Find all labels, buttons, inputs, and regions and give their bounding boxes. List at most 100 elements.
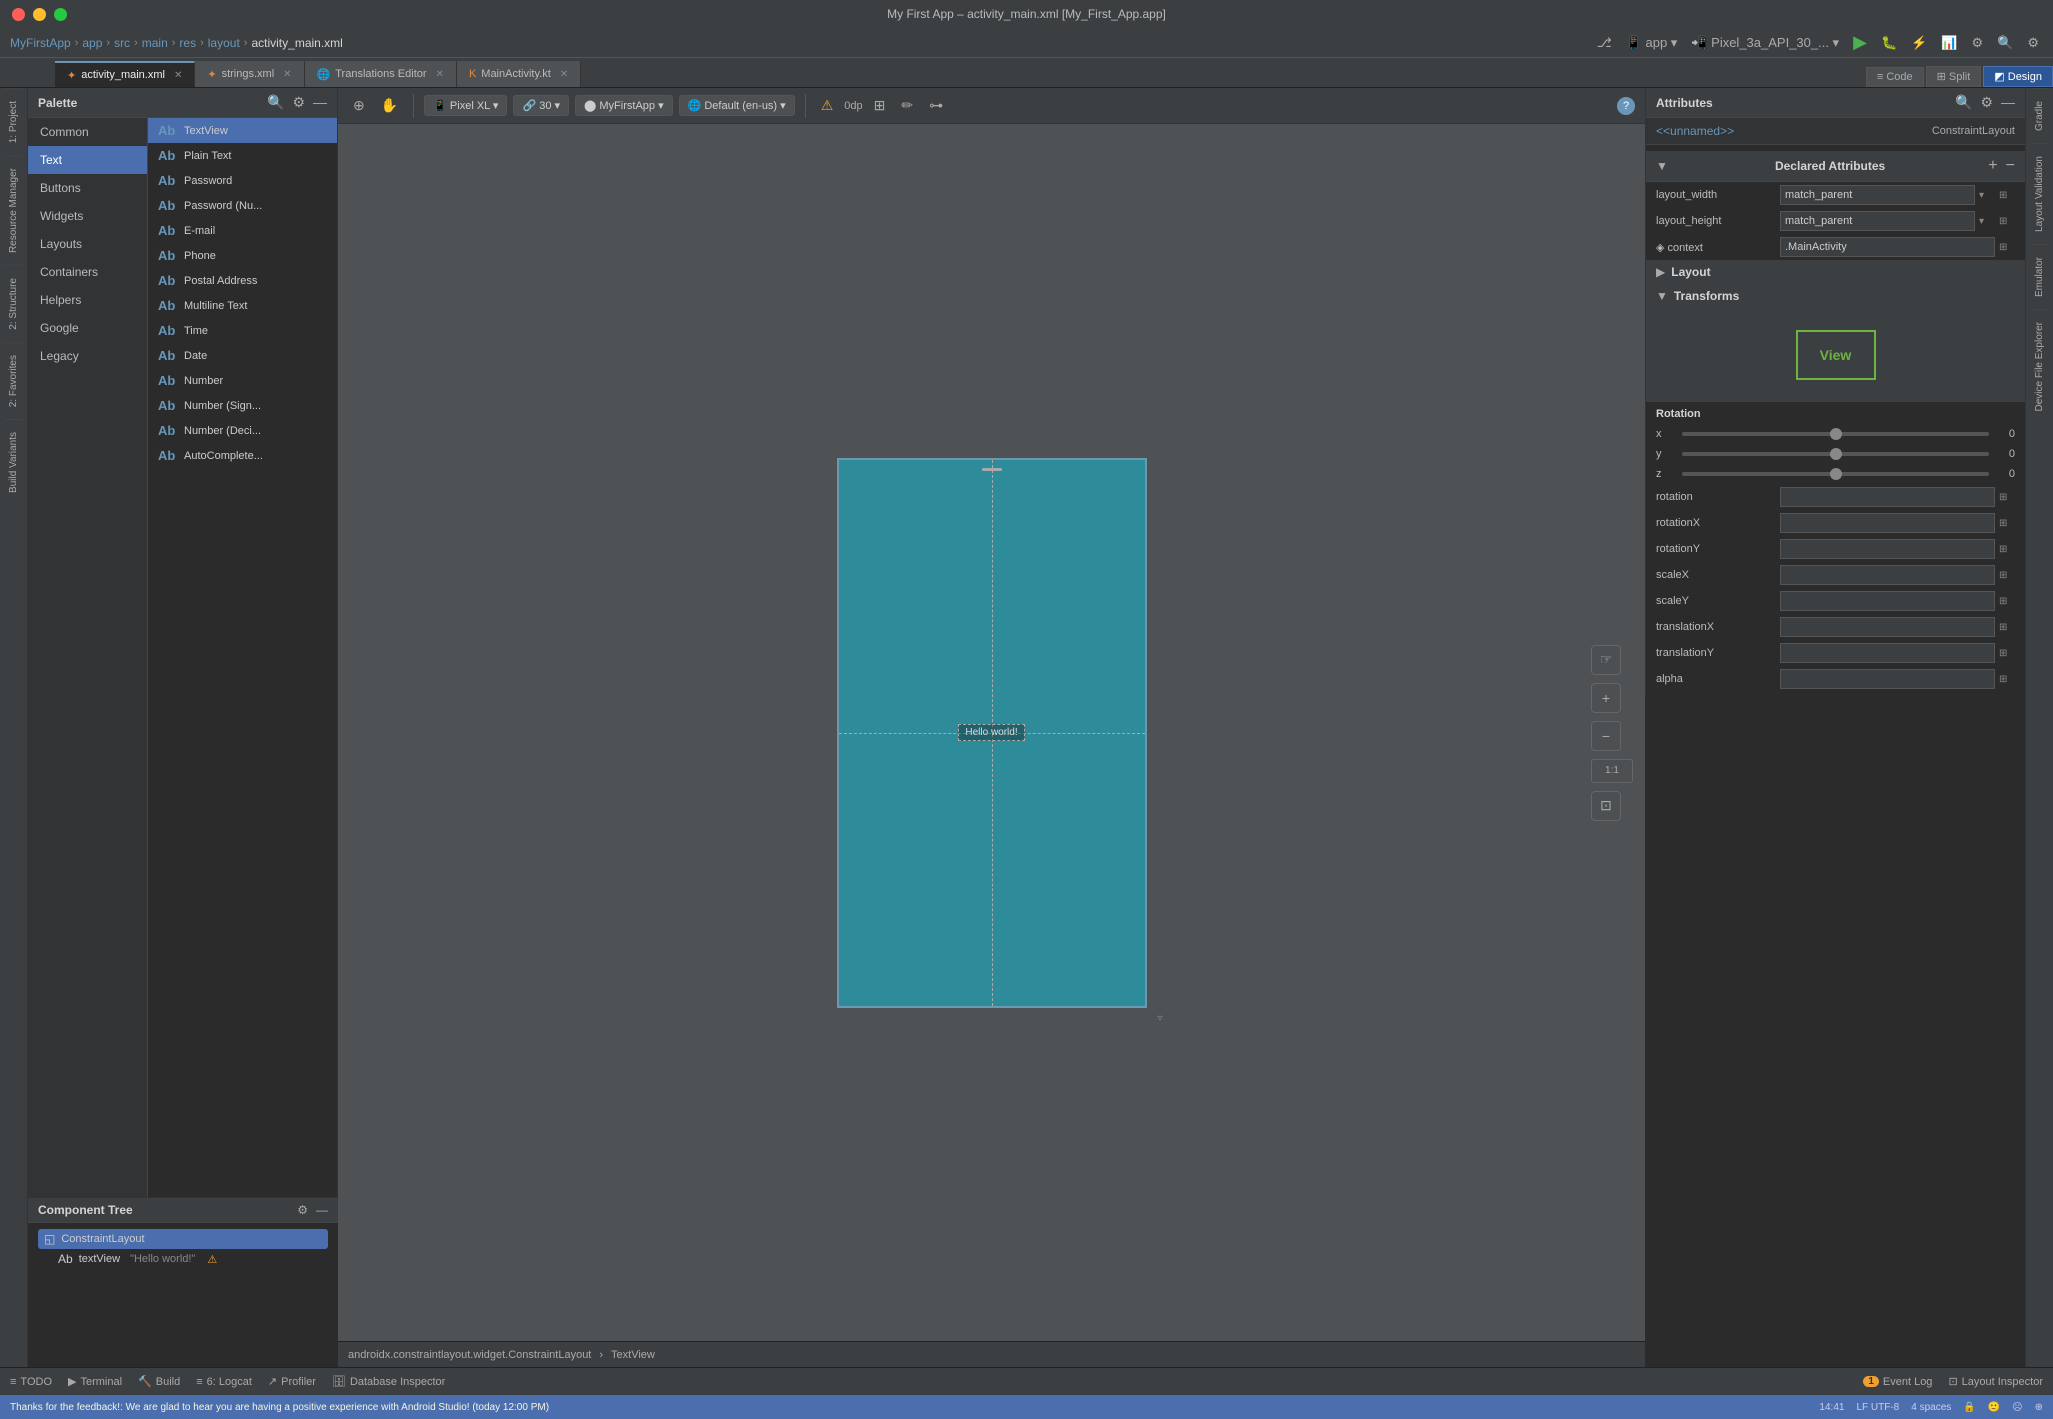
vtab-device-file-explorer[interactable]: Device File Explorer <box>2030 309 2049 423</box>
attr-expand-scaleX[interactable]: ⊞ <box>1999 570 2015 581</box>
rotation-z-track[interactable] <box>1682 472 1989 476</box>
tab-strings-close[interactable]: ✕ <box>283 69 291 80</box>
tab-activity-main[interactable]: ✦ activity_main.xml ✕ <box>55 61 195 87</box>
bottom-layout-inspector[interactable]: ⊡ Layout Inspector <box>1948 1375 2043 1388</box>
attr-input-layout-width[interactable] <box>1780 185 1975 205</box>
settings-btn[interactable]: ⚙ <box>2023 33 2043 53</box>
view-mode-design[interactable]: ◩ Design <box>1983 66 2053 87</box>
vtab-gradle[interactable]: Gradle <box>2030 88 2049 143</box>
breadcrumb-res[interactable]: res <box>179 36 196 50</box>
rotation-y-thumb[interactable] <box>1830 448 1842 460</box>
zoom-ratio-btn[interactable]: 1:1 <box>1591 759 1633 783</box>
device-btn[interactable]: 📱 Pixel XL ▾ <box>424 95 507 116</box>
vtab-emulator[interactable]: Emulator <box>2030 244 2049 309</box>
palette-cat-google[interactable]: Google <box>28 314 147 342</box>
palette-item-textview[interactable]: Ab TextView <box>148 118 337 143</box>
attr-add-icon[interactable]: + <box>1988 157 1997 175</box>
run-button[interactable]: ▶ <box>1849 30 1871 55</box>
palette-item-password[interactable]: Ab Password <box>148 168 337 193</box>
palette-item-multiline[interactable]: Ab Multiline Text <box>148 293 337 318</box>
breadcrumb-src[interactable]: src <box>114 36 130 50</box>
attr-remove-icon[interactable]: − <box>2006 157 2015 175</box>
attr-input-scaleX[interactable] <box>1780 565 1995 585</box>
rotation-z-thumb[interactable] <box>1830 468 1842 480</box>
tab-translations-close[interactable]: ✕ <box>436 69 444 80</box>
bottom-terminal[interactable]: ▶ Terminal <box>68 1375 122 1388</box>
breadcrumb-myfirstapp[interactable]: MyFirstApp <box>10 36 71 50</box>
palette-item-number[interactable]: Ab Number <box>148 368 337 393</box>
palette-cat-widgets[interactable]: Widgets <box>28 202 147 230</box>
align-tool[interactable]: ⊶ <box>924 94 948 117</box>
device-selector-btn[interactable]: 📲 Pixel_3a_API_30_... ▾ <box>1687 33 1843 53</box>
attr-expand-rotation[interactable]: ⊞ <box>1999 492 2015 503</box>
attr-settings-icon[interactable]: ⚙ <box>1980 94 1993 111</box>
rotation-x-track[interactable] <box>1682 432 1989 436</box>
attr-expand-context[interactable]: ⊞ <box>1999 242 2015 253</box>
tree-item-textview[interactable]: Ab textView "Hello world!" ⚠ <box>38 1249 328 1269</box>
attr-expand-translationX[interactable]: ⊞ <box>1999 622 2015 633</box>
attr-input-translationX[interactable] <box>1780 617 1995 637</box>
attr-expand-layout-height[interactable]: ⊞ <box>1999 216 2015 227</box>
transform-tool[interactable]: ⊞ <box>869 94 891 117</box>
breadcrumb-app[interactable]: app <box>82 36 102 50</box>
palette-cat-common[interactable]: Common <box>28 118 147 146</box>
attr-section-transforms[interactable]: ▼ Transforms <box>1646 284 2025 308</box>
attr-close-icon[interactable]: — <box>2001 94 2015 111</box>
palette-item-time[interactable]: Ab Time <box>148 318 337 343</box>
palette-item-autocomplete[interactable]: Ab AutoComplete... <box>148 443 337 468</box>
declared-collapse-icon[interactable]: ▼ <box>1656 159 1668 173</box>
attr-search-icon[interactable]: 🔍 <box>1955 94 1972 111</box>
palette-item-password-num[interactable]: Ab Password (Nu... <box>148 193 337 218</box>
close-button[interactable] <box>12 8 25 21</box>
rotation-y-track[interactable] <box>1682 452 1989 456</box>
attr-expand-rotationX[interactable]: ⊞ <box>1999 518 2015 529</box>
palette-cat-containers[interactable]: Containers <box>28 258 147 286</box>
git-icon[interactable]: ⎇ <box>1593 33 1616 53</box>
vtab-resource-manager[interactable]: Resource Manager <box>4 155 23 265</box>
palette-close-icon[interactable]: — <box>313 94 327 111</box>
vtab-build-variants[interactable]: Build Variants <box>4 419 23 505</box>
more-tools-btn[interactable]: ⚙ <box>1968 33 1988 53</box>
vtab-layout-validation[interactable]: Layout Validation <box>2030 143 2049 244</box>
tab-mainactivity-close[interactable]: ✕ <box>560 69 568 80</box>
tab-activity-main-close[interactable]: ✕ <box>174 70 182 81</box>
palette-item-postal[interactable]: Ab Postal Address <box>148 268 337 293</box>
design-canvas[interactable]: Hello world! ▿ ☞ + − 1:1 ⊡ <box>338 124 1645 1341</box>
attr-dropdown-layout-height[interactable]: ▾ <box>1979 216 1995 227</box>
bottom-db-inspector[interactable]: 🗄 Database Inspector <box>332 1375 445 1388</box>
attr-input-alpha[interactable] <box>1780 669 1995 689</box>
api-btn[interactable]: 🔗 30 ▾ <box>513 95 569 116</box>
zoom-out-btn[interactable]: − <box>1591 721 1621 751</box>
palette-cat-legacy[interactable]: Legacy <box>28 342 147 370</box>
palette-cat-buttons[interactable]: Buttons <box>28 174 147 202</box>
palette-item-plaintext[interactable]: Ab Plain Text <box>148 143 337 168</box>
vtab-project[interactable]: 1: Project <box>4 88 23 155</box>
attr-input-scaleY[interactable] <box>1780 591 1995 611</box>
palette-search-icon[interactable]: 🔍 <box>267 94 284 111</box>
pen-tool[interactable]: ✏ <box>896 94 918 117</box>
hand-cursor-btn[interactable]: ☞ <box>1591 645 1621 675</box>
tab-translations[interactable]: 🌐 Translations Editor ✕ <box>305 61 457 87</box>
component-tree-close-icon[interactable]: — <box>316 1203 328 1217</box>
attr-expand-scaleY[interactable]: ⊞ <box>1999 596 2015 607</box>
palette-item-email[interactable]: Ab E-mail <box>148 218 337 243</box>
tab-strings[interactable]: ✦ strings.xml ✕ <box>195 61 304 87</box>
minimize-button[interactable] <box>33 8 46 21</box>
palette-cat-layouts[interactable]: Layouts <box>28 230 147 258</box>
profile-btn[interactable]: 📊 <box>1937 33 1961 53</box>
tab-mainactivity[interactable]: K MainActivity.kt ✕ <box>457 61 581 87</box>
attr-dropdown-layout-width[interactable]: ▾ <box>1979 190 1995 201</box>
attr-input-context[interactable] <box>1780 237 1995 257</box>
component-tree-settings-icon[interactable]: ⚙ <box>297 1203 308 1217</box>
palette-cat-helpers[interactable]: Helpers <box>28 286 147 314</box>
palette-cat-text[interactable]: Text <box>28 146 147 174</box>
attach-debugger-btn[interactable]: ⚡ <box>1907 33 1931 53</box>
palette-item-number-dec[interactable]: Ab Number (Deci... <box>148 418 337 443</box>
select-tool-btn[interactable]: ⊕ <box>348 94 370 117</box>
palette-item-phone[interactable]: Ab Phone <box>148 243 337 268</box>
attr-expand-alpha[interactable]: ⊞ <box>1999 674 2015 685</box>
pan-tool-btn[interactable]: ✋ <box>376 94 403 117</box>
palette-item-date[interactable]: Ab Date <box>148 343 337 368</box>
attr-input-rotation[interactable] <box>1780 487 1995 507</box>
breadcrumb-main[interactable]: main <box>142 36 168 50</box>
